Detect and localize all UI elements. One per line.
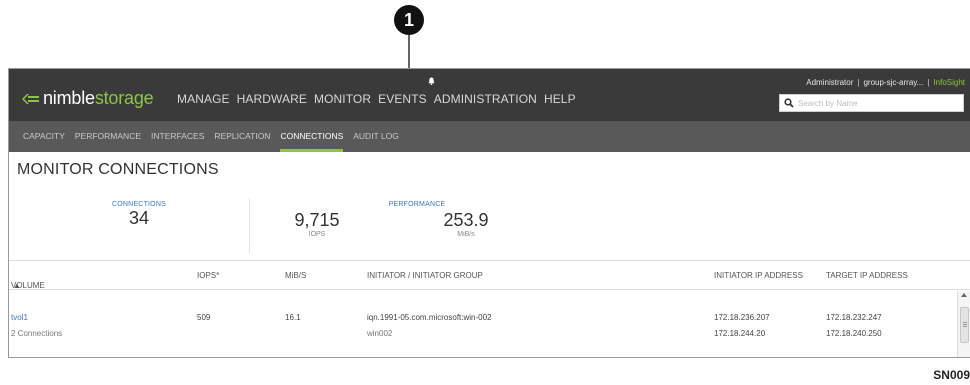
connections-value: 34 <box>128 208 150 228</box>
sub-nav: CAPACITY PERFORMANCE INTERFACES REPLICAT… <box>9 121 970 152</box>
bell-icon[interactable] <box>428 77 435 85</box>
nav-hardware[interactable]: HARDWARE <box>237 92 307 106</box>
tab-capacity[interactable]: CAPACITY <box>23 121 65 152</box>
row-initiator-ip-2: 172.18.244.20 <box>714 329 766 338</box>
row-mibs: 16.1 <box>285 313 301 322</box>
col-target-ip[interactable]: TARGET IP ADDRESS <box>826 271 908 280</box>
main-nav: MANAGE HARDWARE MONITOR EVENTS ADMINISTR… <box>177 92 583 106</box>
user-menu[interactable]: Administrator <box>806 78 853 87</box>
page-title: MONITOR CONNECTIONS <box>17 161 219 178</box>
top-bar: nimblestorage MANAGE HARDWARE MONITOR EV… <box>9 69 970 121</box>
tab-connections[interactable]: CONNECTIONS <box>280 121 343 152</box>
callout-number: 1 <box>403 9 414 30</box>
connections-label: CONNECTIONS <box>112 201 166 208</box>
table-scrollbar[interactable] <box>957 291 970 357</box>
col-initiator[interactable]: INITIATOR / INITIATOR GROUP <box>367 271 483 280</box>
mibs-stat: 253.9 MiB/s <box>426 210 506 238</box>
scroll-up-icon[interactable] <box>961 293 967 297</box>
nav-events[interactable]: EVENTS <box>378 92 427 106</box>
row-iops: 509 <box>197 313 211 322</box>
group-menu[interactable]: group-sjc-array... <box>863 78 923 87</box>
col-iops[interactable]: IOPS* <box>197 271 219 280</box>
search-input[interactable] <box>798 98 958 108</box>
nimble-logo[interactable]: nimblestorage <box>22 88 154 109</box>
performance-label: PERFORMANCE <box>388 201 446 208</box>
row-target-ip-2: 172.18.240.250 <box>826 329 882 338</box>
iops-unit: IOPS <box>308 231 326 238</box>
callout-badge: 1 <box>394 5 424 35</box>
scroll-thumb[interactable] <box>960 307 969 343</box>
search-box <box>779 94 964 112</box>
nav-help[interactable]: HELP <box>544 92 576 106</box>
col-mibs[interactable]: MiB/S <box>285 271 306 280</box>
logo-icon <box>22 93 39 104</box>
figure: 1 nimblestorage MANAGE HARDWARE MONITOR … <box>0 0 970 385</box>
col-initiator-ip[interactable]: INITIATOR IP ADDRESS <box>714 271 803 280</box>
tab-interfaces[interactable]: INTERFACES <box>151 121 204 152</box>
volume-link[interactable]: tvol1 <box>11 313 28 322</box>
row-target-ip-1: 172.18.232.247 <box>826 313 882 322</box>
connection-count: 2 Connections <box>11 329 63 338</box>
row-initiator-ip-1: 172.18.236.207 <box>714 313 770 322</box>
nav-monitor[interactable]: MONITOR <box>314 92 371 106</box>
summary-stats: CONNECTIONS 34 PERFORMANCE 9,715 IOPS 25… <box>9 187 970 259</box>
row-initiator: iqn.1991-05.com.microsoft:win-002 <box>367 313 492 322</box>
nav-manage[interactable]: MANAGE <box>177 92 230 106</box>
logo-text: nimblestorage <box>43 88 154 108</box>
tab-replication[interactable]: REPLICATION <box>214 121 270 152</box>
figure-code: SN009 <box>933 368 970 382</box>
mibs-value: 253.9 <box>443 210 489 230</box>
stats-divider <box>249 198 250 253</box>
iops-value: 9,715 <box>294 210 340 230</box>
table-row[interactable]: tvol1 2 Connections 509 16.1 iqn.1991-05… <box>9 310 954 350</box>
table-header: VOLUME ▲ IOPS* MiB/S INITIATOR / INITIATO… <box>9 260 970 290</box>
mibs-unit: MiB/s <box>457 231 475 238</box>
search-icon <box>784 98 794 108</box>
tab-performance[interactable]: PERFORMANCE <box>75 121 141 152</box>
tab-audit-log[interactable]: AUDIT LOG <box>353 121 399 152</box>
connections-stat: CONNECTIONS 34 <box>99 201 179 229</box>
infosight-link[interactable]: InfoSight <box>933 78 965 87</box>
sort-ascending-icon: ▲ <box>13 281 21 290</box>
user-bar: Administrator | group-sjc-array... | InfoSig… <box>806 78 965 87</box>
nav-administration[interactable]: ADMINISTRATION <box>434 92 537 106</box>
row-initiator-group: win002 <box>367 329 393 338</box>
app-window: nimblestorage MANAGE HARDWARE MONITOR EV… <box>8 68 970 358</box>
iops-stat: 9,715 IOPS <box>277 210 357 238</box>
